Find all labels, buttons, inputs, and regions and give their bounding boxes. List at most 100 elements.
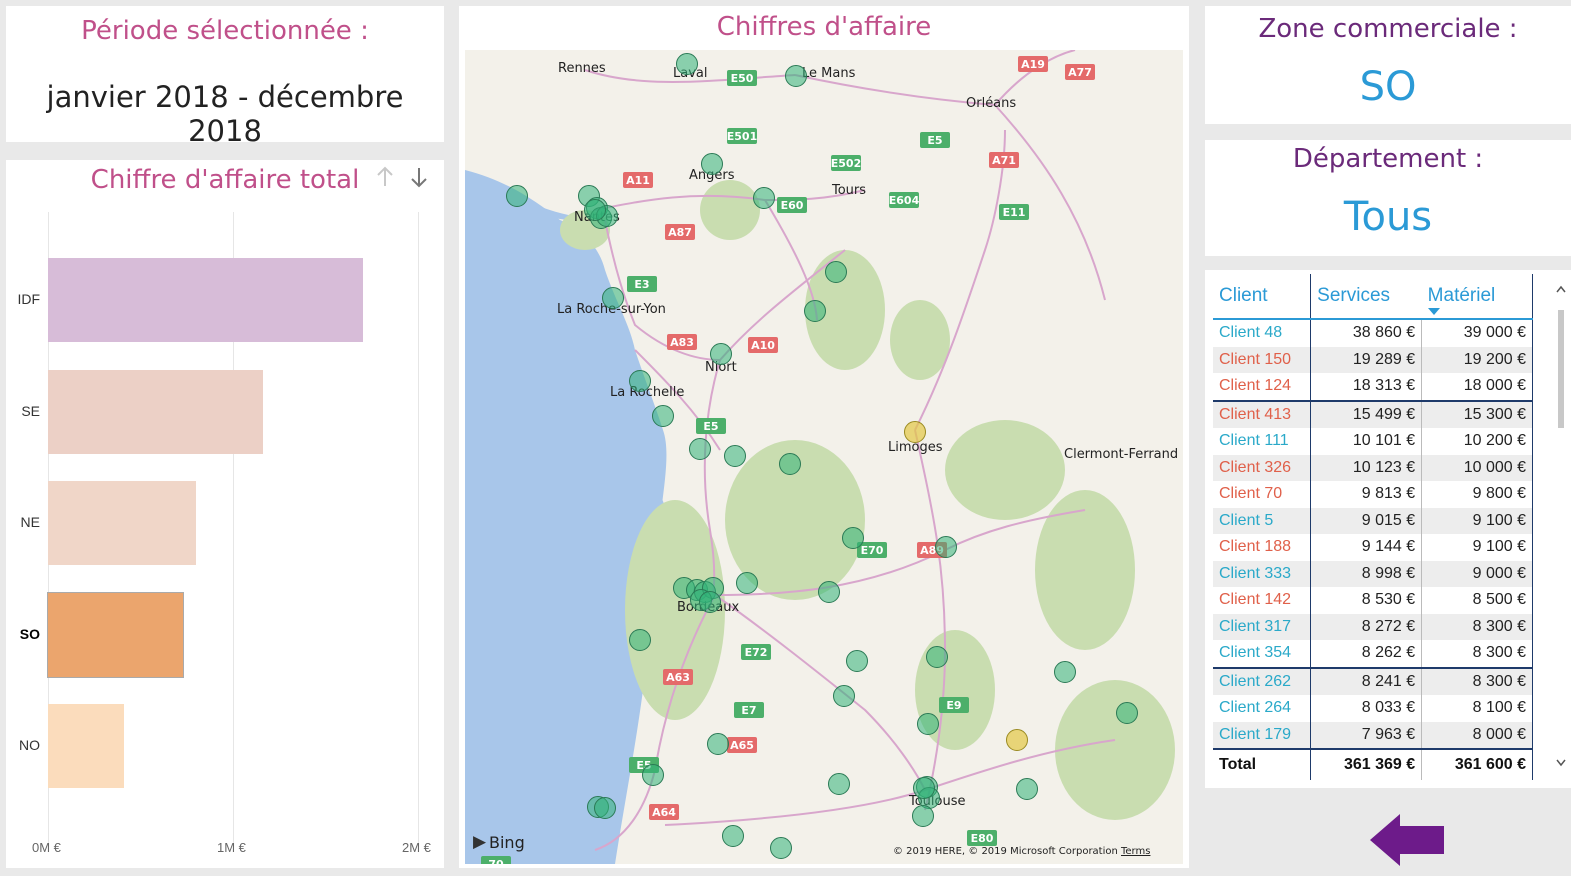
customer-marker[interactable] (818, 581, 840, 603)
bar-ne[interactable] (48, 481, 196, 565)
zone-title: Zone commerciale : (1258, 14, 1518, 44)
table-row[interactable]: Client 264 8 033 €8 100 € (1213, 695, 1533, 722)
road-label: E50 (731, 72, 754, 85)
road-label: E60 (781, 199, 804, 212)
column-header-client[interactable]: Client (1213, 274, 1312, 319)
road-label: A83 (670, 336, 694, 349)
table-row[interactable]: Client 333 8 998 €9 000 € (1213, 560, 1533, 587)
customer-marker[interactable] (629, 629, 651, 651)
table-row[interactable]: Client 142 8 530 €8 500 € (1213, 587, 1533, 614)
customer-marker[interactable] (833, 685, 855, 707)
table-row[interactable]: Client 59 015 €9 100 € (1213, 507, 1533, 534)
customer-marker[interactable] (722, 825, 744, 847)
total-services: 361 369 € (1310, 748, 1423, 780)
table-row[interactable]: Client 124 18 313 €18 000 € (1213, 373, 1533, 401)
table-row[interactable]: Client 111 10 101 €10 200 € (1213, 428, 1533, 455)
customer-marker[interactable] (724, 445, 746, 467)
road-label: E80 (971, 832, 994, 845)
customer-marker[interactable] (594, 797, 616, 819)
customer-marker[interactable] (736, 572, 758, 594)
customer-marker[interactable] (926, 646, 948, 668)
sort-ascending-icon[interactable] (374, 164, 396, 190)
customer-marker[interactable] (753, 187, 775, 209)
cell-materiel: 9 100 € (1421, 534, 1533, 561)
customer-marker[interactable] (699, 591, 721, 613)
column-header-services[interactable]: Services (1311, 274, 1422, 319)
table-row[interactable]: Client 179 7 963 €8 000 € (1213, 721, 1533, 749)
customer-marker[interactable] (785, 65, 807, 87)
customer-marker[interactable] (912, 805, 934, 827)
customer-marker[interactable] (710, 343, 732, 365)
customer-marker[interactable] (676, 53, 698, 75)
road-label: E3 (634, 278, 649, 291)
table-row[interactable]: Client 354 8 262 €8 300 € (1213, 640, 1533, 668)
table-row[interactable]: Client 317 8 272 €8 300 € (1213, 613, 1533, 640)
x-tick-label: 0M € (32, 840, 61, 855)
bar-no[interactable] (48, 704, 124, 788)
cell-services: 38 860 € (1310, 319, 1423, 347)
customer-marker[interactable] (707, 733, 729, 755)
period-value[interactable]: janvier 2018 - décembre 2018 (6, 80, 444, 148)
revenue-chart-panel: Chiffre d'affaire total 0M €1M €2M € IDF S… (6, 160, 444, 868)
department-value[interactable]: Tous (1205, 194, 1571, 240)
bar-se[interactable] (48, 369, 263, 454)
customer-marker[interactable] (629, 370, 651, 392)
customer-marker[interactable] (701, 153, 723, 175)
terms-link[interactable]: Terms (1120, 846, 1150, 857)
customer-marker[interactable] (842, 527, 864, 549)
bar-idf[interactable] (48, 258, 363, 342)
customer-marker[interactable] (1116, 702, 1138, 724)
customer-marker[interactable] (1006, 729, 1028, 751)
customer-marker[interactable] (1016, 778, 1038, 800)
customer-marker[interactable] (642, 764, 664, 786)
category-label: SO (19, 625, 40, 642)
cell-services: 19 289 € (1310, 346, 1423, 373)
map-view[interactable]: Rennes Laval Le Mans Orléans Angers Tour… (465, 50, 1183, 864)
cell-materiel: 8 300 € (1421, 640, 1533, 668)
category-label: NO (19, 737, 40, 753)
customer-marker[interactable] (584, 199, 606, 221)
road-label: A65 (730, 739, 754, 752)
customer-marker[interactable] (770, 837, 792, 859)
customer-marker[interactable] (828, 773, 850, 795)
category-label: NE (20, 514, 40, 530)
cell-materiel: 18 000 € (1421, 373, 1533, 401)
back-arrow-button[interactable] (1370, 812, 1446, 868)
road-label: A11 (626, 174, 650, 187)
customer-marker[interactable] (917, 713, 939, 735)
table-row[interactable]: Client 188 9 144 €9 100 € (1213, 534, 1533, 561)
road-label: A63 (666, 671, 690, 684)
customer-marker[interactable] (652, 405, 674, 427)
sort-descending-icon[interactable] (408, 164, 430, 190)
customer-marker[interactable] (804, 300, 826, 322)
cell-services: 9 144 € (1310, 534, 1423, 561)
customer-marker[interactable] (1054, 661, 1076, 683)
cell-materiel: 8 100 € (1421, 695, 1533, 722)
table-scrollbar[interactable] (1555, 282, 1567, 772)
customer-marker[interactable] (506, 185, 528, 207)
table-row[interactable]: Client 326 10 123 €10 000 € (1213, 454, 1533, 481)
cell-materiel: 15 300 € (1421, 399, 1533, 428)
customer-marker[interactable] (689, 438, 711, 460)
customer-marker[interactable] (602, 287, 624, 309)
cell-client: Client 317 (1213, 613, 1312, 640)
zone-panel: Zone commerciale : SO (1205, 6, 1571, 124)
customer-marker[interactable] (935, 536, 957, 558)
customer-marker[interactable] (825, 261, 847, 283)
customer-marker[interactable] (779, 453, 801, 475)
table-row[interactable]: Client 150 19 289 €19 200 € (1213, 346, 1533, 373)
bar-so[interactable] (46, 591, 185, 678)
cell-client: Client 354 (1213, 640, 1312, 668)
table-row[interactable]: Client 48 38 860 €39 000 € (1213, 319, 1533, 347)
zone-value[interactable]: SO (1205, 64, 1571, 110)
road-label: E70 (861, 544, 884, 557)
column-header-materiel[interactable]: Matériel (1421, 274, 1533, 319)
table-row[interactable]: Client 262 8 241 €8 300 € (1213, 666, 1533, 695)
customer-marker[interactable] (846, 650, 868, 672)
table-row[interactable]: Client 70 9 813 €9 800 € (1213, 481, 1533, 508)
customer-marker[interactable] (904, 421, 926, 443)
customer-marker[interactable] (913, 777, 935, 799)
table-row[interactable]: Client 413 15 499 €15 300 € (1213, 399, 1533, 428)
road-label: E11 (1003, 206, 1026, 219)
map-canvas[interactable]: Rennes Laval Le Mans Orléans Angers Tour… (465, 50, 1183, 864)
